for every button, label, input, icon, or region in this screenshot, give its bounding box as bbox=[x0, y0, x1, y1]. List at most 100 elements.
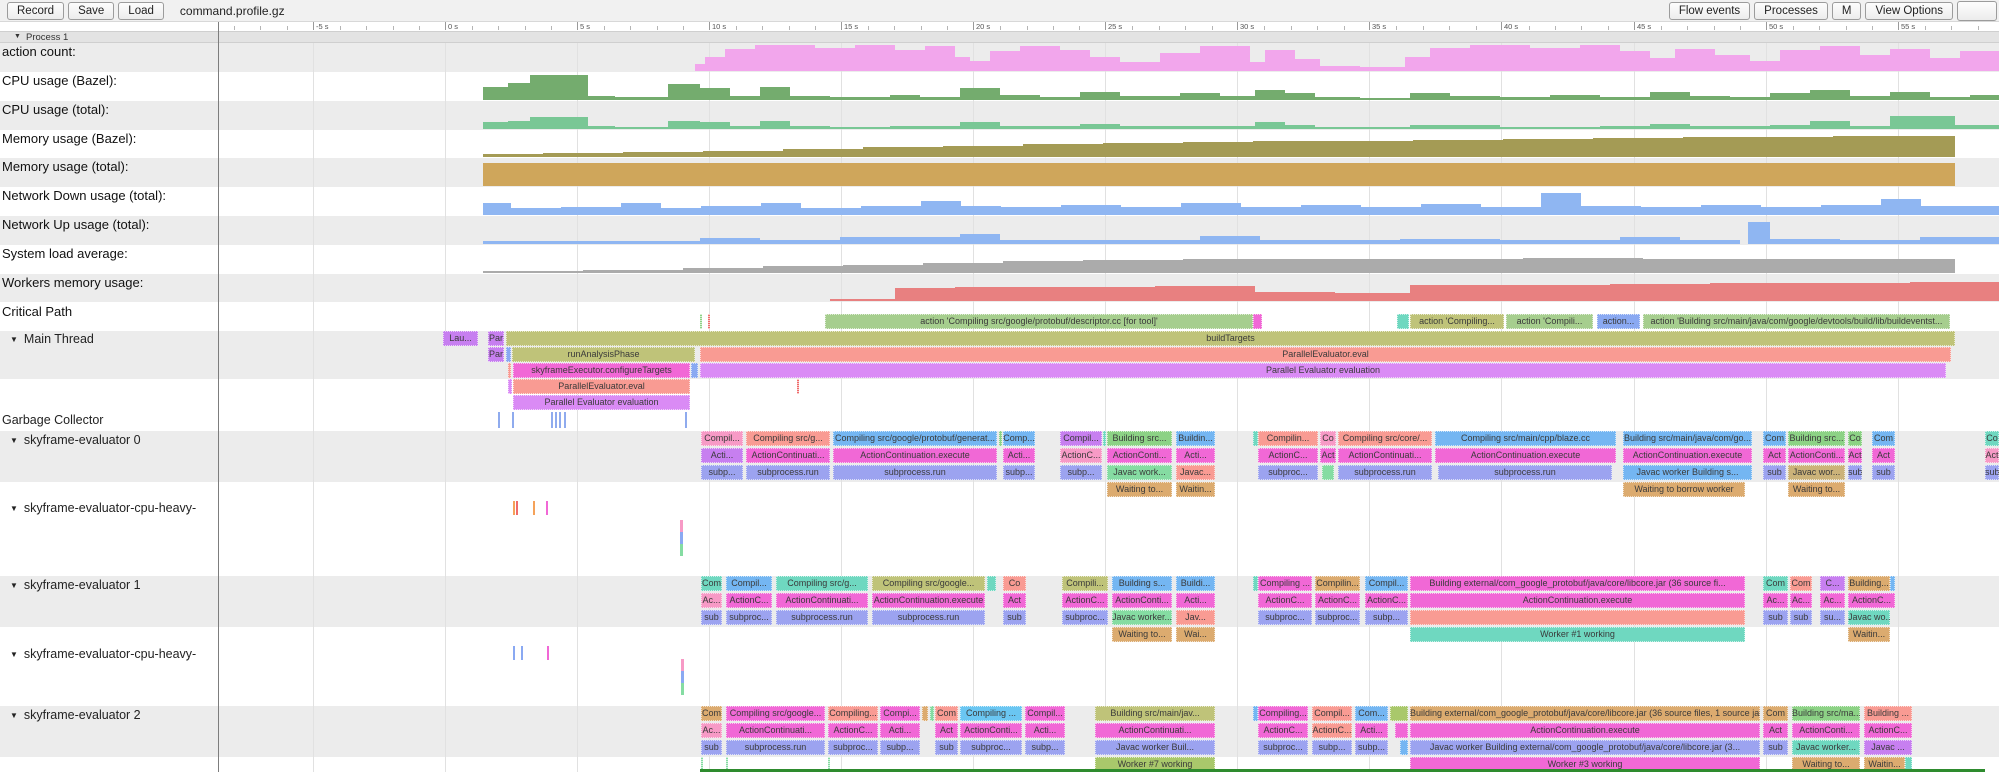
trace-bar[interactable]: Compilin... bbox=[1315, 576, 1360, 591]
trace-bar[interactable]: Com bbox=[1790, 576, 1812, 591]
trace-bar[interactable]: ActionC... bbox=[1864, 723, 1912, 738]
trace-bar[interactable]: subprocess.run bbox=[1338, 465, 1432, 480]
trace-bar[interactable]: action... bbox=[1597, 314, 1640, 329]
trace-bar[interactable]: subp... bbox=[1003, 465, 1035, 480]
trace-bar[interactable]: Jav... bbox=[1176, 610, 1215, 625]
gc-event-tick[interactable] bbox=[559, 412, 561, 428]
memory-usage-total-segment[interactable] bbox=[483, 163, 1955, 186]
trace-bar[interactable]: Ac... bbox=[701, 593, 722, 608]
system-load-average-segment[interactable] bbox=[1083, 260, 1183, 273]
trace-bar[interactable]: Acti... bbox=[1003, 448, 1035, 463]
trace-bar[interactable]: Ac... bbox=[1763, 593, 1788, 608]
cpu-usage-total-segment[interactable] bbox=[1690, 126, 1770, 129]
action-count-segment[interactable] bbox=[1750, 61, 1780, 71]
cpu-usage-total-segment[interactable] bbox=[1220, 126, 1255, 129]
trace-bar[interactable]: subprocess.run bbox=[833, 465, 997, 480]
cpu-usage-total-segment[interactable] bbox=[588, 126, 615, 129]
cpu-usage-bazel-segment[interactable] bbox=[1255, 90, 1285, 100]
trace-bar[interactable]: Parallel Evaluator evaluation bbox=[513, 395, 690, 410]
workers-memory-usage-segment[interactable] bbox=[1055, 287, 1155, 301]
network-up-usage-total-segment[interactable] bbox=[840, 237, 960, 244]
network-up-usage-total-segment[interactable] bbox=[1840, 240, 1920, 244]
workers-memory-usage-segment[interactable] bbox=[895, 288, 955, 301]
trace-bar[interactable]: Acti... bbox=[701, 448, 743, 463]
trace-event-tick[interactable] bbox=[546, 501, 548, 515]
trace-bar[interactable]: Javac ... bbox=[1864, 740, 1912, 755]
network-down-usage-total-segment[interactable] bbox=[1641, 207, 1701, 215]
trace-bar[interactable]: Javac wo... bbox=[1848, 610, 1890, 625]
trace-bar[interactable]: Wai... bbox=[1176, 627, 1215, 642]
cpu-usage-total-segment[interactable] bbox=[615, 127, 668, 129]
cpu-usage-bazel-segment[interactable] bbox=[1770, 93, 1810, 100]
trace-bar[interactable]: ActionConti... bbox=[1788, 448, 1845, 463]
trace-bar[interactable]: Com bbox=[701, 576, 722, 591]
cpu-usage-bazel-segment[interactable] bbox=[530, 75, 588, 100]
thread-label-skyframe-evaluator-cpu-heavy-1[interactable]: ▼skyframe-evaluator-cpu-heavy- bbox=[10, 501, 196, 515]
cpu-usage-total-segment[interactable] bbox=[668, 121, 700, 129]
trace-bar[interactable]: subp... bbox=[1060, 465, 1102, 480]
trace-bar[interactable]: su... bbox=[1820, 610, 1845, 625]
m-button[interactable]: M bbox=[1832, 2, 1862, 20]
trace-bar[interactable]: Par bbox=[488, 347, 504, 362]
action-count-segment[interactable] bbox=[1580, 45, 1620, 71]
workers-memory-usage-segment[interactable] bbox=[1510, 285, 1610, 301]
network-down-usage-total-segment[interactable] bbox=[1421, 204, 1481, 215]
action-count-segment[interactable] bbox=[1960, 51, 1999, 71]
trace-bar[interactable]: Par bbox=[488, 331, 504, 346]
action-count-segment[interactable] bbox=[855, 45, 895, 71]
memory-usage-bazel-segment[interactable] bbox=[943, 146, 1023, 157]
cpu-usage-bazel-segment[interactable] bbox=[1080, 92, 1120, 100]
trace-bar[interactable]: subprocess.run bbox=[872, 610, 985, 625]
cpu-usage-total-segment[interactable] bbox=[890, 126, 960, 129]
trace-bar[interactable]: subp... bbox=[701, 465, 743, 480]
network-up-usage-total-segment[interactable] bbox=[1620, 237, 1680, 244]
trace-bar[interactable]: sub bbox=[1872, 465, 1895, 480]
network-up-usage-total-segment[interactable] bbox=[1500, 240, 1620, 244]
trace-bar[interactable]: Javac worker... bbox=[1112, 610, 1172, 625]
view-options-button[interactable]: View Options bbox=[1865, 2, 1953, 20]
trace-bar[interactable]: skyframeExecutor.configureTargets bbox=[513, 363, 690, 378]
trace-bar[interactable]: Waitin... bbox=[1176, 482, 1215, 497]
cpu-usage-bazel-segment[interactable] bbox=[1315, 97, 1360, 100]
cpu-usage-bazel-segment[interactable] bbox=[1970, 95, 1999, 100]
network-up-usage-total-segment[interactable] bbox=[960, 234, 1000, 244]
cpu-usage-total-segment[interactable] bbox=[1890, 116, 1955, 129]
trace-bar[interactable]: Compiling ... bbox=[960, 706, 1022, 721]
cpu-usage-total-segment[interactable] bbox=[1285, 125, 1315, 129]
collapse-arrow-icon[interactable]: ▼ bbox=[10, 335, 18, 344]
action-count-segment[interactable] bbox=[1200, 46, 1250, 71]
trace-bar[interactable]: Compiling src/google... bbox=[872, 576, 985, 591]
trace-event-tick[interactable] bbox=[680, 520, 683, 532]
cpu-usage-total-segment[interactable] bbox=[1080, 124, 1120, 129]
cpu-usage-bazel-segment[interactable] bbox=[1000, 95, 1040, 100]
trace-bar[interactable]: ActionContinuati... bbox=[726, 723, 825, 738]
memory-usage-bazel-segment[interactable] bbox=[1683, 137, 1773, 157]
network-down-usage-total-segment[interactable] bbox=[1361, 207, 1421, 215]
system-load-average-segment[interactable] bbox=[583, 270, 683, 273]
network-down-usage-total-segment[interactable] bbox=[1541, 193, 1581, 215]
cpu-usage-bazel-segment[interactable] bbox=[730, 96, 760, 100]
trace-bar[interactable]: Compiling ... bbox=[1258, 576, 1312, 591]
thread-label-skyframe-evaluator-1[interactable]: ▼skyframe-evaluator 1 bbox=[10, 578, 141, 592]
thread-label-garbage-collector[interactable]: Garbage Collector bbox=[2, 413, 103, 427]
trace-bar[interactable]: Compilin... bbox=[1258, 431, 1318, 446]
system-load-average-segment[interactable] bbox=[1403, 259, 1523, 273]
action-count-segment[interactable] bbox=[1120, 62, 1160, 71]
trace-bar[interactable]: ActionC... bbox=[1060, 448, 1102, 463]
cpu-usage-bazel-segment[interactable] bbox=[1220, 96, 1255, 100]
trace-bar[interactable]: subprocess.run bbox=[746, 465, 830, 480]
collapse-arrow-icon[interactable]: ▼ bbox=[10, 504, 18, 513]
network-down-usage-total-segment[interactable] bbox=[761, 203, 801, 215]
cpu-usage-total-segment[interactable] bbox=[1255, 122, 1285, 129]
cpu-usage-total-segment[interactable] bbox=[700, 122, 730, 129]
network-down-usage-total-segment[interactable] bbox=[921, 201, 961, 215]
action-count-segment[interactable] bbox=[1060, 50, 1090, 71]
trace-bar[interactable] bbox=[1253, 314, 1262, 329]
cpu-usage-total-segment[interactable] bbox=[1120, 126, 1220, 129]
network-down-usage-total-segment[interactable] bbox=[561, 207, 621, 215]
cpu-usage-bazel-segment[interactable] bbox=[830, 97, 890, 100]
trace-bar[interactable]: Javac work... bbox=[1107, 465, 1172, 480]
trace-event-tick[interactable] bbox=[681, 683, 684, 695]
memory-usage-bazel-segment[interactable] bbox=[783, 149, 863, 157]
trace-bar[interactable]: Act bbox=[1985, 448, 1999, 463]
